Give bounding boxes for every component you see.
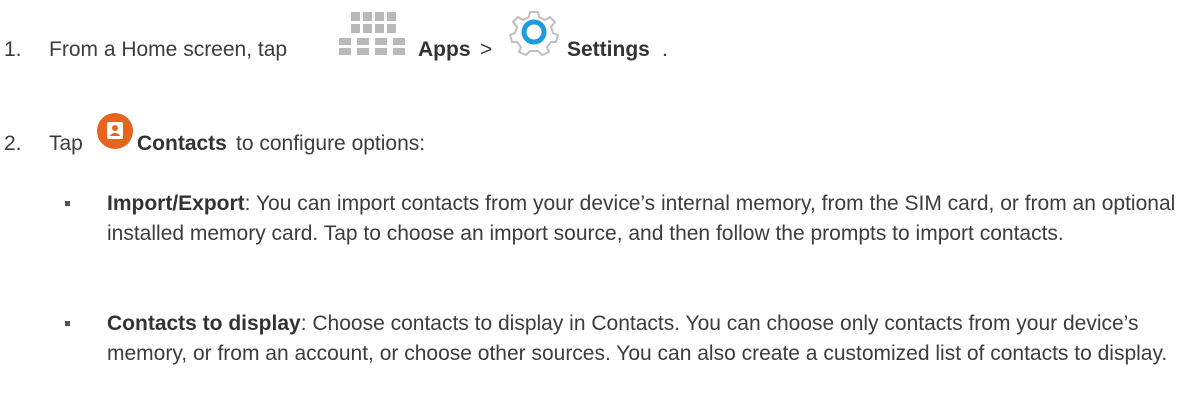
contacts-label: Contacts [137,132,227,155]
step-suffix: . [662,38,668,61]
separator: > [480,38,493,61]
contacts-app-icon [97,113,133,149]
bullet [65,321,70,326]
apps-label: Apps [418,38,471,61]
option-paragraph: Import/Export: You can import contacts f… [107,189,1192,249]
step-text: From a Home screen, tap [49,38,288,61]
apps-grid-icon [339,12,405,55]
option-term: Contacts to display [107,312,301,335]
step-suffix: to configure options: [236,132,426,155]
settings-label: Settings [567,38,650,61]
bullet [65,201,70,206]
option-term: Import/Export [107,192,245,215]
step-number: 2. [4,132,22,155]
settings-gear-icon [508,11,560,56]
step-number: 1. [4,38,22,61]
option-description: : You can import contacts from your devi… [107,192,1176,245]
step-text: Tap [49,132,83,155]
option-paragraph: Contacts to display: Choose contacts to … [107,309,1192,369]
